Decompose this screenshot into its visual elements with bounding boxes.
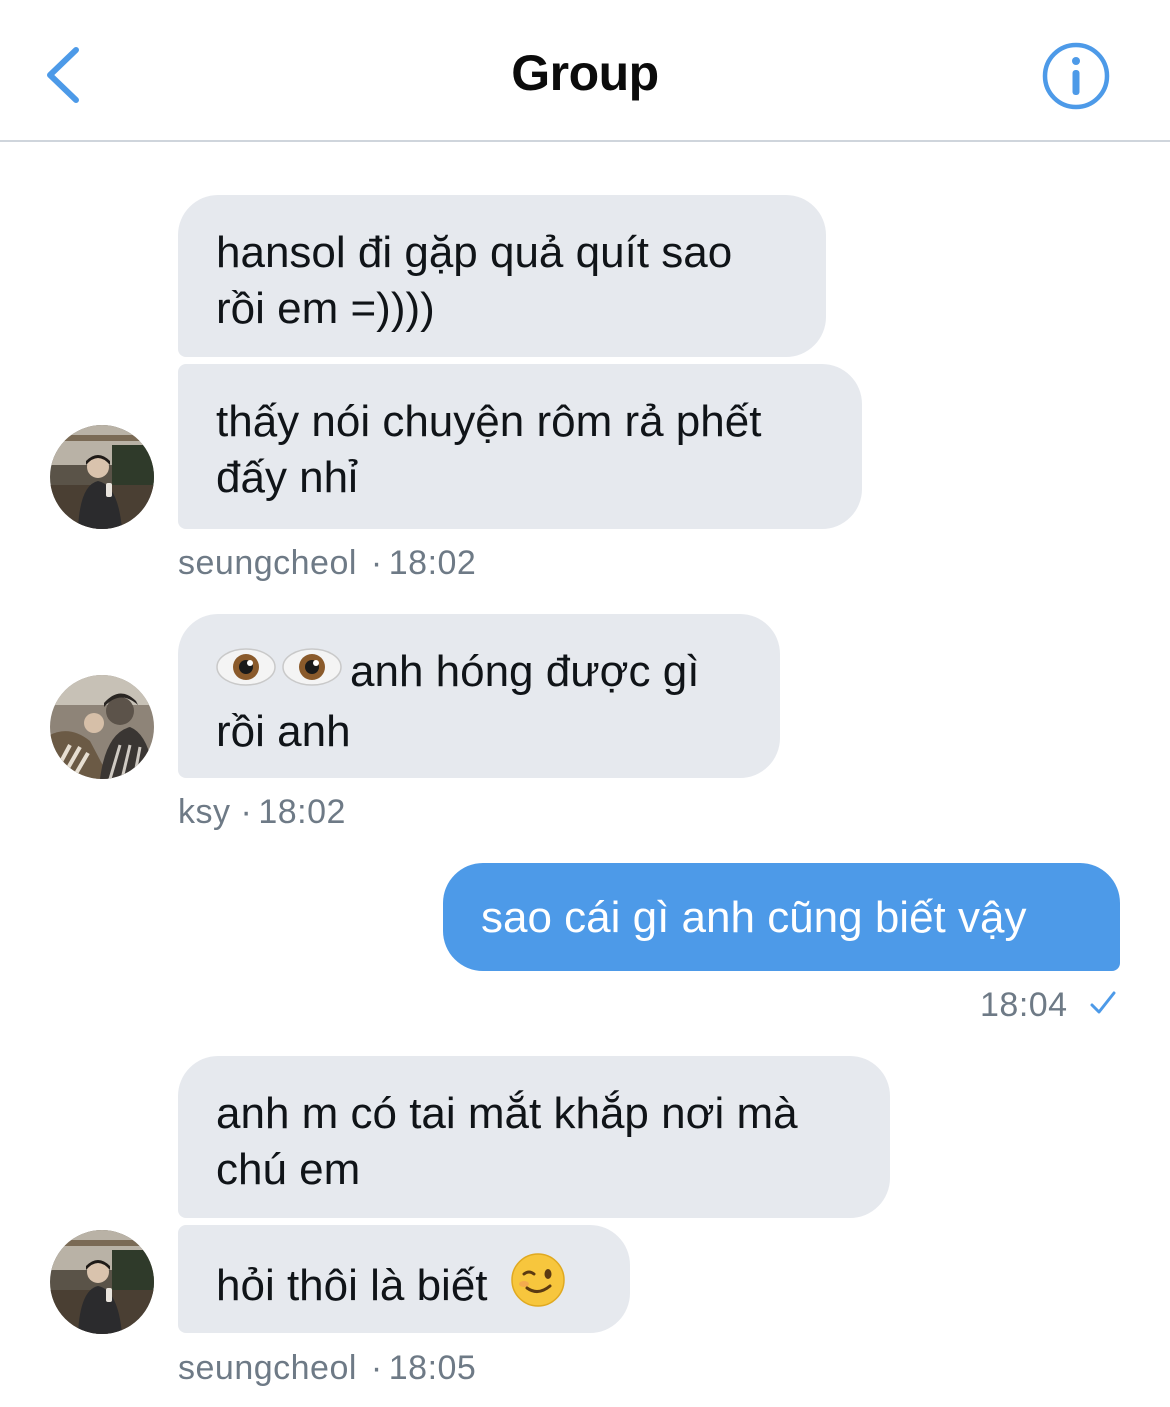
avatar-seungcheol[interactable] [50,1230,154,1334]
avatar-seungcheol[interactable] [50,425,154,529]
info-circle-icon [1042,42,1110,110]
message-text: anh hóng được gì [350,647,700,696]
message-meta: seungcheol · 18:05 [178,1349,476,1388]
avatar-ksy[interactable] [50,675,154,779]
message-text-line: thấy nói chuyện rôm rả phết [216,397,762,446]
separator-dot: · [240,793,253,831]
avatar-photo [50,675,154,779]
message-bubble[interactable]: thấy nói chuyện rôm rả phết đấy nhỉ [178,364,862,529]
message-text: sao cái gì anh cũng biết vậy [481,893,1027,942]
avatar-photo [50,425,154,529]
sender-name: seungcheol [178,544,357,582]
eyes-emoji [216,644,344,704]
timestamp: 18:05 [388,1349,477,1387]
chat-title: Group [511,45,659,101]
timestamp: 18:02 [388,544,477,582]
winking-face-emoji [510,1252,566,1322]
message-text-line: hỏi thôi là biết [216,1252,592,1322]
message-bubble[interactable]: hỏi thôi là biết [178,1225,630,1333]
message-text-line: anh hóng được gì [216,644,742,704]
timestamp: 18:02 [258,793,346,831]
message-text-line: rồi em =)))) [216,284,435,333]
message-meta: seungcheol · 18:02 [178,544,476,583]
check-icon [1088,988,1118,1027]
sender-name: seungcheol [178,1349,357,1387]
chat-header: Group [0,0,1170,142]
message-text-line: chú em [216,1145,361,1194]
separator-dot: · [370,1349,383,1387]
message-text-line: đấy nhỉ [216,453,358,502]
info-button[interactable] [1040,40,1112,112]
message-text: hỏi thôi là biết [216,1261,488,1310]
message-bubble[interactable]: anh hóng được gì rồi anh [178,614,780,778]
separator-dot: · [370,544,383,582]
message-text-line: rồi anh [216,707,351,757]
message-bubble[interactable]: anh m có tai mắt khắp nơi mà chú em [178,1056,890,1218]
sender-name: ksy [178,793,231,831]
message-bubble[interactable]: hansol đi gặp quả quít sao rồi em =)))) [178,195,826,357]
message-text-line: hansol đi gặp quả quít sao [216,228,733,277]
message-meta: 18:04 [980,986,1118,1027]
outgoing-message-bubble[interactable]: sao cái gì anh cũng biết vậy [443,863,1120,971]
message-meta: ksy · 18:02 [178,793,346,832]
timestamp: 18:04 [980,986,1068,1024]
message-text-line: anh m có tai mắt khắp nơi mà [216,1089,798,1138]
avatar-photo [50,1230,154,1334]
